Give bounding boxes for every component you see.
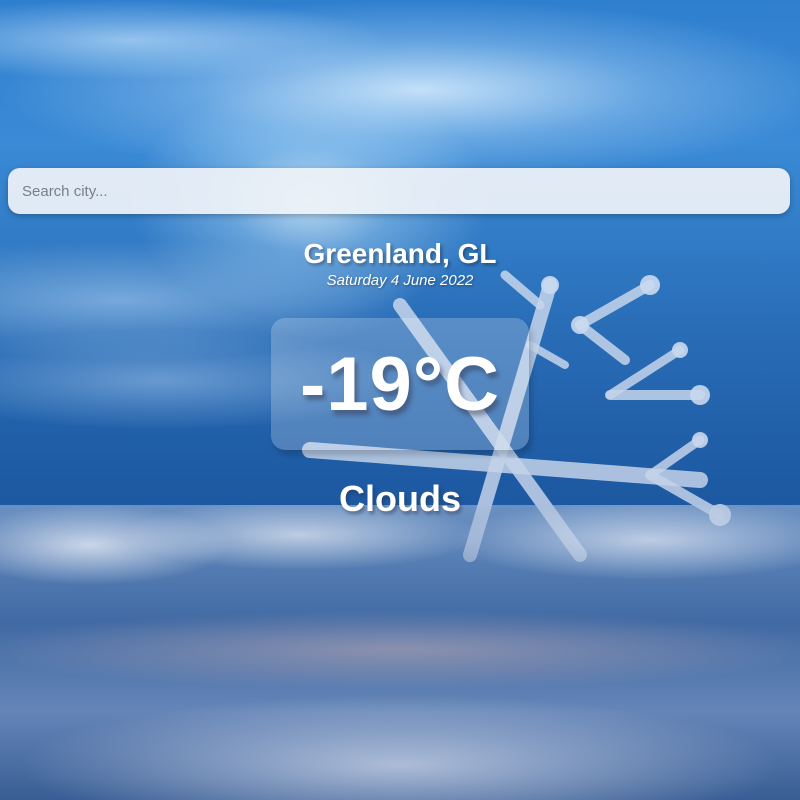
location-title: Greenland, GL (303, 238, 497, 269)
search-bar (8, 168, 790, 214)
search-input[interactable] (8, 168, 790, 214)
weather-condition: Clouds (339, 478, 461, 519)
snow-ground (0, 505, 800, 800)
temperature-value: -19°C (299, 341, 501, 427)
temperature-card: -19°C (271, 318, 529, 450)
date-label: Saturday 4 June 2022 (326, 272, 474, 289)
